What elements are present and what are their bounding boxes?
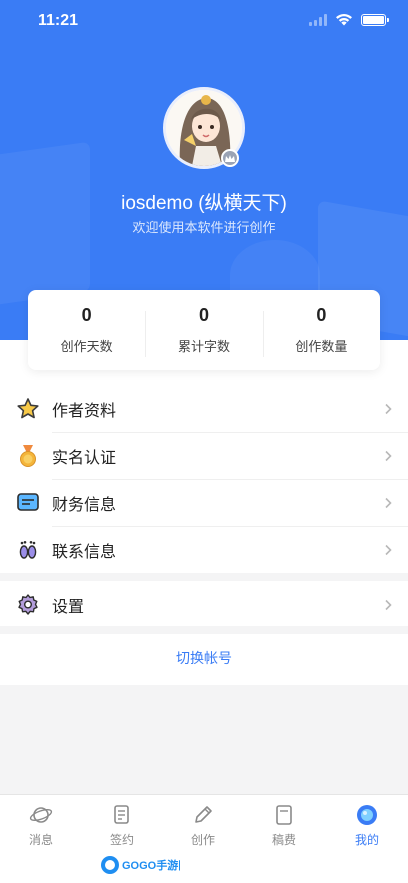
status-bar: 11:21 bbox=[0, 0, 408, 44]
chevron-right-icon bbox=[385, 450, 392, 461]
tab-label: 消息 bbox=[28, 833, 53, 847]
message-card-icon bbox=[17, 492, 39, 511]
stat-label: 累计字数 bbox=[177, 340, 230, 355]
stat-value: 0 bbox=[198, 305, 209, 325]
contract-icon bbox=[114, 805, 129, 824]
pencil-icon bbox=[195, 806, 212, 823]
medal-icon bbox=[20, 444, 36, 467]
menu-item-settings[interactable]: 设置 bbox=[0, 581, 408, 628]
menu-item-financial-info[interactable]: 财务信息 bbox=[0, 479, 408, 526]
welcome-tagline: 欢迎使用本软件进行创作 bbox=[132, 221, 276, 236]
tab-contract[interactable]: 签约 bbox=[92, 803, 152, 848]
book-icon bbox=[276, 805, 292, 825]
status-icons bbox=[309, 13, 389, 26]
tab-royalties[interactable]: 稿费 bbox=[254, 803, 314, 848]
menu-item-label: 作者资料 bbox=[52, 400, 117, 420]
menu-item-label: 实名认证 bbox=[52, 447, 117, 467]
stat-total-words: 0 累计字数 bbox=[145, 305, 262, 357]
menu-item-label: 财务信息 bbox=[52, 494, 117, 514]
watermark-text: GOGO手游网 bbox=[122, 858, 180, 872]
menu-item-real-name-auth[interactable]: 实名认证 bbox=[0, 432, 408, 479]
menu-item-author-profile[interactable]: 作者资料 bbox=[0, 385, 408, 432]
planet-icon bbox=[29, 807, 53, 823]
watermark-logo: GOGO手游网 bbox=[101, 856, 180, 874]
stat-value: 0 bbox=[316, 305, 327, 325]
battery-icon bbox=[361, 13, 389, 26]
profile-header bbox=[0, 0, 408, 340]
profile-circle-icon bbox=[357, 805, 377, 825]
chevron-right-icon bbox=[385, 599, 392, 610]
gear-icon bbox=[18, 593, 38, 615]
menu-item-label: 设置 bbox=[52, 596, 85, 616]
chevron-right-icon bbox=[385, 544, 392, 555]
username: iosdemo (纵横天下) bbox=[121, 193, 287, 214]
section-gap bbox=[0, 626, 408, 634]
stat-label: 创作天数 bbox=[60, 340, 113, 355]
menu-item-contact-info[interactable]: 联系信息 bbox=[0, 526, 408, 573]
stat-label: 创作数量 bbox=[295, 340, 348, 355]
stat-works-count: 0 创作数量 bbox=[262, 305, 380, 357]
chevron-right-icon bbox=[385, 403, 392, 414]
menu-item-label: 联系信息 bbox=[52, 541, 117, 561]
section-gap bbox=[0, 573, 408, 581]
footprints-icon bbox=[19, 540, 37, 559]
tab-create[interactable]: 创作 bbox=[173, 803, 233, 848]
stat-creation-days: 0 创作天数 bbox=[28, 305, 145, 355]
stat-value: 0 bbox=[81, 305, 92, 325]
tab-bar: 消息 签约 创作 稿费 我的 bbox=[0, 794, 408, 883]
tab-label: 签约 bbox=[109, 833, 134, 847]
tab-label: 创作 bbox=[190, 833, 215, 847]
tab-label: 我的 bbox=[354, 833, 379, 847]
wifi-icon bbox=[336, 13, 352, 26]
switch-account-button[interactable]: 切换帐号 bbox=[0, 634, 408, 684]
tab-mine[interactable]: 我的 bbox=[337, 803, 397, 848]
status-time: 11:21 bbox=[38, 12, 79, 29]
tab-label: 稿费 bbox=[271, 833, 296, 847]
cellular-signal-icon bbox=[309, 13, 327, 26]
star-icon bbox=[17, 397, 39, 418]
tab-messages[interactable]: 消息 bbox=[11, 803, 71, 848]
stats-card: 0 创作天数 0 累计字数 0 创作数量 bbox=[28, 290, 380, 370]
chevron-right-icon bbox=[385, 497, 392, 508]
vip-crown-badge-icon bbox=[221, 149, 239, 167]
